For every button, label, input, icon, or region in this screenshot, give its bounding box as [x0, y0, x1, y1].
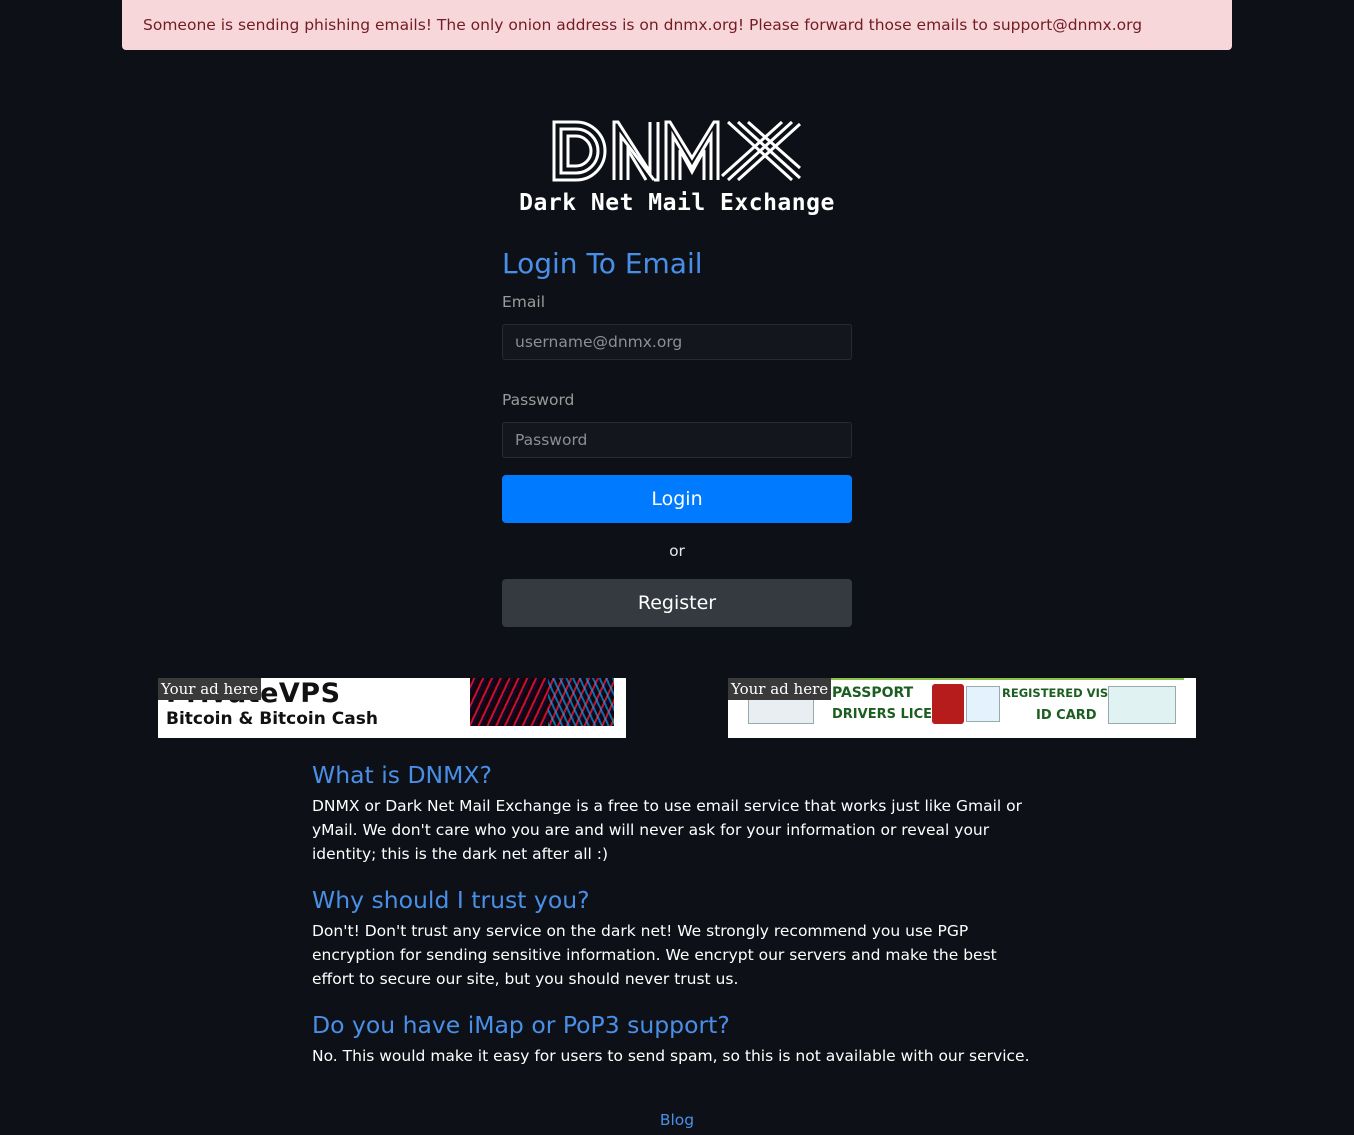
ad-banner-documents[interactable]: PASSPORT DRIVERS LICENCE REGISTERED VISA…: [728, 678, 1196, 738]
passport-image: [932, 684, 964, 724]
password-input[interactable]: [502, 422, 852, 458]
faq-answer: Don't! Don't trust any service on the da…: [312, 922, 997, 988]
faq-item: Why should I trust you? Don't! Don't tru…: [312, 885, 1042, 991]
login-form: Login To Email Email Password Login or R…: [502, 244, 852, 627]
id-card-image-2: [1108, 686, 1176, 724]
register-button[interactable]: Register: [502, 579, 852, 627]
blog-link[interactable]: Blog: [0, 1111, 1354, 1129]
ad-privatevps-graphic-overlay: [548, 678, 614, 726]
faq-question: Why should I trust you?: [312, 886, 590, 914]
dnmx-logo-mark: [552, 120, 802, 182]
ad-visa-text: REGISTERED VISA: [1002, 686, 1118, 700]
ad-tag-left: Your ad here: [158, 678, 262, 700]
faq-answer: DNMX or Dark Net Mail Exchange is a free…: [312, 797, 1022, 863]
email-label: Email: [502, 293, 546, 311]
email-input[interactable]: [502, 324, 852, 360]
faq-question: Do you have iMap or PoP3 support?: [312, 1011, 730, 1039]
login-button[interactable]: Login: [502, 475, 852, 523]
faq-question: What is DNMX?: [312, 761, 492, 789]
login-heading: Login To Email: [502, 247, 703, 280]
ad-passport-text: PASSPORT: [832, 685, 914, 701]
faq-item: Do you have iMap or PoP3 support? No. Th…: [312, 1010, 1042, 1068]
ad-tag-right: Your ad here: [728, 678, 832, 700]
faq-answer: No. This would make it easy for users to…: [312, 1047, 1030, 1065]
faq-item: What is DNMX? DNMX or Dark Net Mail Exch…: [312, 760, 1042, 866]
visa-image: [966, 686, 1000, 722]
alert-text: Someone is sending phishing emails! The …: [143, 16, 1143, 34]
ad-privatevps-subtitle: Bitcoin & Bitcoin Cash: [166, 709, 378, 729]
ad-idcard-text: ID CARD: [1036, 708, 1097, 723]
logo-subtitle: Dark Net Mail Exchange: [519, 190, 835, 216]
site-logo: Dark Net Mail Exchange: [0, 120, 1354, 216]
ad-banner-privatevps[interactable]: PrivateVPS Bitcoin & Bitcoin Cash Your a…: [158, 678, 626, 738]
phishing-alert: Someone is sending phishing emails! The …: [122, 0, 1232, 50]
password-label: Password: [502, 391, 575, 409]
or-separator: or: [669, 542, 685, 560]
